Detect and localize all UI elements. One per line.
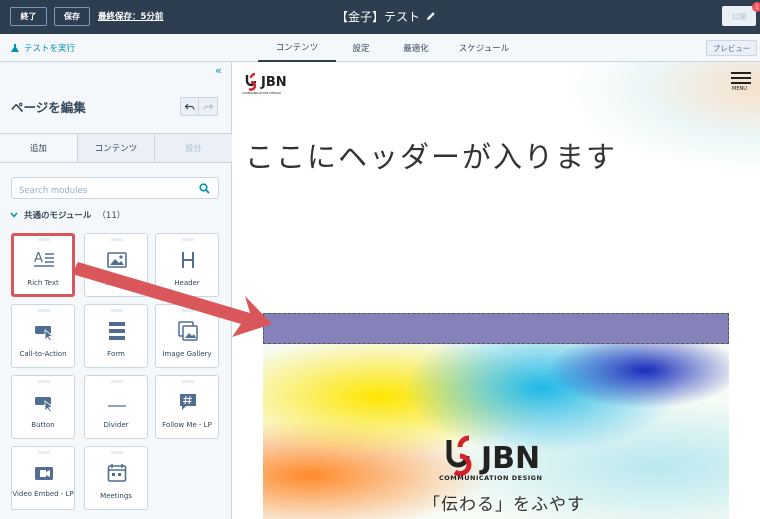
hero-image[interactable]: JBN COMMUNICATION DESIGN 「伝わる」をふやす [263,344,729,519]
sidebar-title: ページを編集 [11,100,86,115]
grip-icon [111,238,123,241]
tab-sidebar-content[interactable]: コンテンツ [77,134,156,162]
grip-icon [111,380,123,383]
module-label: Call-to-Action [19,350,67,358]
cursor-click-icon [35,397,54,412]
module-video-embed[interactable]: Video Embed - LP [11,446,75,510]
calendar-icon [107,464,127,482]
run-test-label: テストを実行 [24,44,76,54]
hashtag-icon [180,394,196,410]
tab-add[interactable]: 追加 [0,134,78,162]
module-header[interactable]: Header [155,233,219,297]
divider-icon [108,405,126,407]
grip-icon [38,380,50,383]
grip-icon [182,238,194,241]
header-placeholder-text[interactable]: ここにヘッダーが入ります [245,134,617,176]
module-drop-zone[interactable] [263,313,729,344]
top-navigation-bar: 終了 保存 最終保存：5分前 【金子】テスト 公開 1 [0,0,760,34]
exit-button[interactable]: 終了 [10,7,47,26]
video-icon [35,467,53,480]
module-button[interactable]: Button [11,375,75,439]
editor-subbar: テストを実行 コンテンツ 設定 最適化 スケジュール プレビュー [0,34,760,62]
module-label: Divider [103,421,129,429]
module-label: Meetings [100,492,132,500]
module-rich-text[interactable]: A Rich Text [11,233,75,297]
run-test-button[interactable]: テストを実行 [11,42,75,54]
editor-tabs: コンテンツ 設定 最適化 スケジュール [258,34,522,62]
page-title: 【金子】テスト [336,10,421,24]
redo-icon [203,103,213,110]
module-label: Form [107,350,125,358]
edit-sidebar: « ページを編集 追加 コンテンツ 設計 共通のモジュール （11） A Ric… [0,62,233,519]
section-count: （11） [97,211,126,221]
module-label: Image [105,279,127,287]
hero-logo-text: JBN [479,441,540,476]
grip-icon [38,238,50,241]
redo-button[interactable] [199,97,218,116]
module-label: Follow Me - LP [162,421,212,429]
module-meetings[interactable]: Meetings [84,446,148,510]
last-saved-link[interactable]: 最終保存：5分前 [98,10,163,22]
grip-icon [111,309,123,312]
module-label: Button [31,421,55,429]
undo-icon [184,103,195,110]
module-divider[interactable]: Divider [84,375,148,439]
undo-button[interactable] [180,97,199,116]
jbn-logo: JBN COMMUNICATION DESIGN [242,72,287,95]
search-icon[interactable] [199,183,210,194]
module-label: Image Gallery [162,350,212,358]
chevron-down-icon [10,212,18,218]
form-icon [109,322,125,340]
hero-logo-sub: COMMUNICATION DESIGN [439,474,543,482]
cursor-click-icon [35,326,54,341]
grip-icon [38,451,50,454]
module-form[interactable]: Form [84,304,148,368]
tab-design[interactable]: 設計 [155,134,233,162]
pencil-icon[interactable] [425,10,437,22]
header-icon [182,252,194,268]
publish-button[interactable]: 公開 [722,6,756,26]
section-title: 共通のモジュール [24,211,92,221]
module-image-gallery[interactable]: Image Gallery [155,304,219,368]
svg-text:A: A [34,251,43,266]
preview-button[interactable]: プレビュー [706,40,757,56]
tab-optimize[interactable]: 最適化 [386,34,446,62]
grip-icon [182,309,194,312]
save-button[interactable]: 保存 [54,7,90,26]
tab-content[interactable]: コンテンツ [258,34,336,62]
page-preview-canvas: JBN COMMUNICATION DESIGN MENU ここにヘッダーが入り… [233,62,760,519]
grip-icon [38,309,50,312]
module-label: Rich Text [27,279,59,287]
flask-icon [11,43,19,52]
rich-text-icon: A [34,251,54,267]
image-icon [107,252,127,268]
logo-text: JBN [260,75,287,90]
tab-settings[interactable]: 設定 [336,34,386,62]
module-image[interactable]: Image [84,233,148,297]
common-modules-section[interactable]: 共通のモジュール （11） [10,209,125,221]
hero-tagline: 「伝わる」をふやす [423,495,585,515]
search-input[interactable] [19,181,199,201]
gallery-icon [178,321,198,341]
grip-icon [111,451,123,454]
notification-badge: 1 [752,2,760,12]
module-search [11,177,219,201]
collapse-sidebar-icon[interactable]: « [215,64,222,77]
tab-schedule[interactable]: スケジュール [446,34,522,62]
grip-icon [182,380,194,383]
menu-label: MENU [732,86,747,92]
module-label: Video Embed - LP [12,490,74,498]
sidebar-tabs: 追加 コンテンツ 設計 [0,133,233,163]
logo-sub: COMMUNICATION DESIGN [242,91,281,95]
module-cta[interactable]: Call-to-Action [11,304,75,368]
module-label: Header [174,279,200,287]
module-follow-me[interactable]: Follow Me - LP [155,375,219,439]
